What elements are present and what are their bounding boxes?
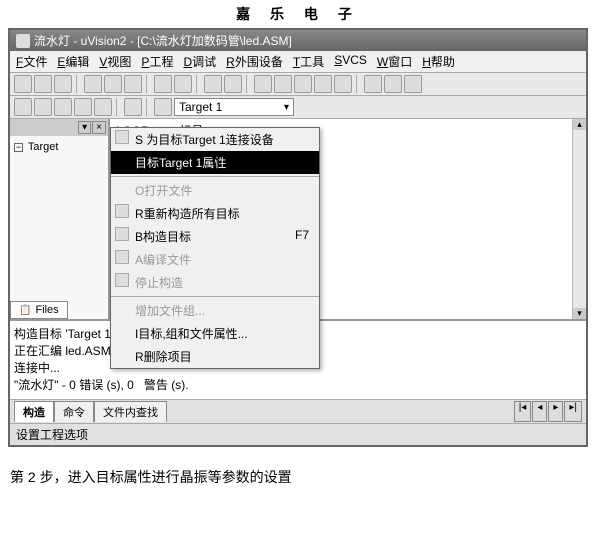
output-tabs: 构造命令文件内查找 |◂ ◂ ▸ ▸|	[10, 399, 586, 423]
menu-item[interactable]: SVCS	[334, 53, 367, 70]
output-tab[interactable]: 文件内查找	[94, 401, 167, 422]
menu-item[interactable]: P工程	[141, 53, 173, 70]
files-tab-label: Files	[35, 304, 58, 316]
save-icon[interactable]	[54, 75, 72, 93]
ctx-item-icon	[115, 227, 129, 241]
menu-item[interactable]: V视图	[99, 53, 131, 70]
ctx-item-icon	[115, 250, 129, 264]
toolbar-main	[10, 73, 586, 96]
download-icon[interactable]	[94, 98, 112, 116]
project-panel: ▾ × − Target Files	[10, 119, 110, 319]
ctx-item-label: 目标Target 1属性	[135, 156, 226, 170]
menu-item[interactable]: H帮助	[422, 53, 455, 70]
build-icon[interactable]	[34, 98, 52, 116]
context-menu-item[interactable]: R重新构造所有目标	[111, 202, 319, 225]
ctx-item-label: R重新构造所有目标	[135, 207, 240, 221]
context-menu-item[interactable]: I目标,组和文件属性...	[111, 322, 319, 345]
redo-icon[interactable]	[174, 75, 192, 93]
footer-caption: 第 2 步，进入目标属性进行晶振等参数的设置	[0, 447, 596, 495]
tool-icon[interactable]	[384, 75, 402, 93]
context-menu-item[interactable]: B构造目标 F7	[111, 225, 319, 248]
tree-root[interactable]: − Target	[14, 140, 104, 154]
menu-item[interactable]: F文件	[16, 53, 47, 70]
context-menu-item: 增加文件组...	[111, 299, 319, 322]
toolbar-build: Target 1	[10, 96, 586, 119]
ctx-item-label: 停止构造	[135, 276, 183, 290]
menu-item[interactable]: D调试	[183, 53, 216, 70]
target-options-icon[interactable]	[124, 98, 142, 116]
undo-icon[interactable]	[154, 75, 172, 93]
clear-bookmark-icon[interactable]	[334, 75, 352, 93]
ctx-item-label: B构造目标	[135, 230, 191, 244]
app-icon	[16, 34, 30, 48]
find-icon[interactable]	[254, 75, 272, 93]
title-text: 流水灯 - uVision2 - [C:\流水灯加数码管\led.ASM]	[34, 32, 292, 49]
output-tab[interactable]: 构造	[14, 401, 54, 422]
compile-icon[interactable]	[54, 98, 72, 116]
indent-icon[interactable]	[204, 75, 222, 93]
title-bar: 流水灯 - uVision2 - [C:\流水灯加数码管\led.ASM]	[10, 30, 586, 51]
paste-icon[interactable]	[124, 75, 142, 93]
copy-icon[interactable]	[104, 75, 122, 93]
target-select-icon[interactable]	[154, 98, 172, 116]
output-line: "流水灯" - 0 错误 (s), 0 警告 (s).	[14, 376, 582, 393]
bookmark-icon[interactable]	[274, 75, 292, 93]
out-nav-next-icon[interactable]: ▸	[548, 401, 563, 422]
menu-bar: F文件 E编辑 V视图 P工程 D调试 R外围设备 T工具 SVCS W窗口 H帮助	[10, 51, 586, 73]
menu-item[interactable]: W窗口	[377, 53, 412, 70]
menu-item[interactable]: R外围设备	[226, 53, 283, 70]
context-menu-item[interactable]: S 为目标Target 1连接设备	[111, 128, 319, 151]
panel-dock-icon[interactable]: ▾	[78, 121, 91, 134]
stop-build-icon[interactable]	[74, 98, 92, 116]
menu-item[interactable]: T工具	[293, 53, 324, 70]
app-window: 流水灯 - uVision2 - [C:\流水灯加数码管\led.ASM] F文…	[8, 28, 588, 447]
panel-close-icon[interactable]: ×	[92, 121, 106, 134]
context-menu-item: A编译文件	[111, 248, 319, 271]
ctx-item-label: S 为目标Target 1连接设备	[135, 133, 274, 147]
debug-icon[interactable]	[364, 75, 382, 93]
context-menu-item: 停止构造	[111, 271, 319, 294]
page-header: 嘉 乐 电 子	[0, 0, 596, 28]
outdent-icon[interactable]	[224, 75, 242, 93]
ctx-item-label: 增加文件组...	[135, 304, 205, 318]
out-nav-prev-icon[interactable]: ◂	[532, 401, 547, 422]
ctx-item-icon	[115, 204, 129, 218]
output-tab[interactable]: 命令	[54, 401, 94, 422]
output-nav: |◂ ◂ ▸ ▸|	[514, 401, 582, 422]
open-icon[interactable]	[34, 75, 52, 93]
expand-icon[interactable]: −	[14, 143, 23, 152]
ctx-item-label: I目标,组和文件属性...	[135, 327, 248, 341]
files-tab[interactable]: Files	[10, 301, 68, 319]
context-menu: S 为目标Target 1连接设备目标Target 1属性 O打开文件 R重新构造所…	[110, 127, 320, 369]
rebuild-icon[interactable]	[14, 98, 32, 116]
next-bookmark-icon[interactable]	[294, 75, 312, 93]
status-bar: 设置工程选项	[10, 423, 586, 445]
out-nav-last-icon[interactable]: ▸|	[564, 401, 582, 422]
vertical-scrollbar[interactable]	[572, 119, 586, 319]
context-menu-item: O打开文件	[111, 179, 319, 202]
ctx-item-icon	[115, 130, 129, 144]
workspace: ▾ × − Target Files LOOP: ;标号中p2.0 数码管左边的…	[10, 119, 586, 319]
new-icon[interactable]	[14, 75, 32, 93]
project-tree: − Target	[10, 136, 108, 158]
panel-controls: ▾ ×	[10, 119, 108, 136]
ctx-item-icon	[115, 273, 129, 287]
cut-icon[interactable]	[84, 75, 102, 93]
tree-root-label: Target	[28, 141, 59, 153]
target-combo-text: Target 1	[179, 100, 222, 114]
out-nav-first-icon[interactable]: |◂	[514, 401, 532, 422]
ctx-item-label: O打开文件	[135, 184, 192, 198]
target-combo[interactable]: Target 1	[174, 98, 294, 116]
menu-item[interactable]: E编辑	[57, 53, 89, 70]
ctx-item-label: R删除项目	[135, 350, 192, 364]
ctx-shortcut: F7	[295, 228, 309, 242]
context-menu-item[interactable]: 目标Target 1属性	[111, 151, 319, 174]
help-icon[interactable]	[404, 75, 422, 93]
ctx-item-label: A编译文件	[135, 253, 191, 267]
context-menu-item[interactable]: R删除项目	[111, 345, 319, 368]
prev-bookmark-icon[interactable]	[314, 75, 332, 93]
